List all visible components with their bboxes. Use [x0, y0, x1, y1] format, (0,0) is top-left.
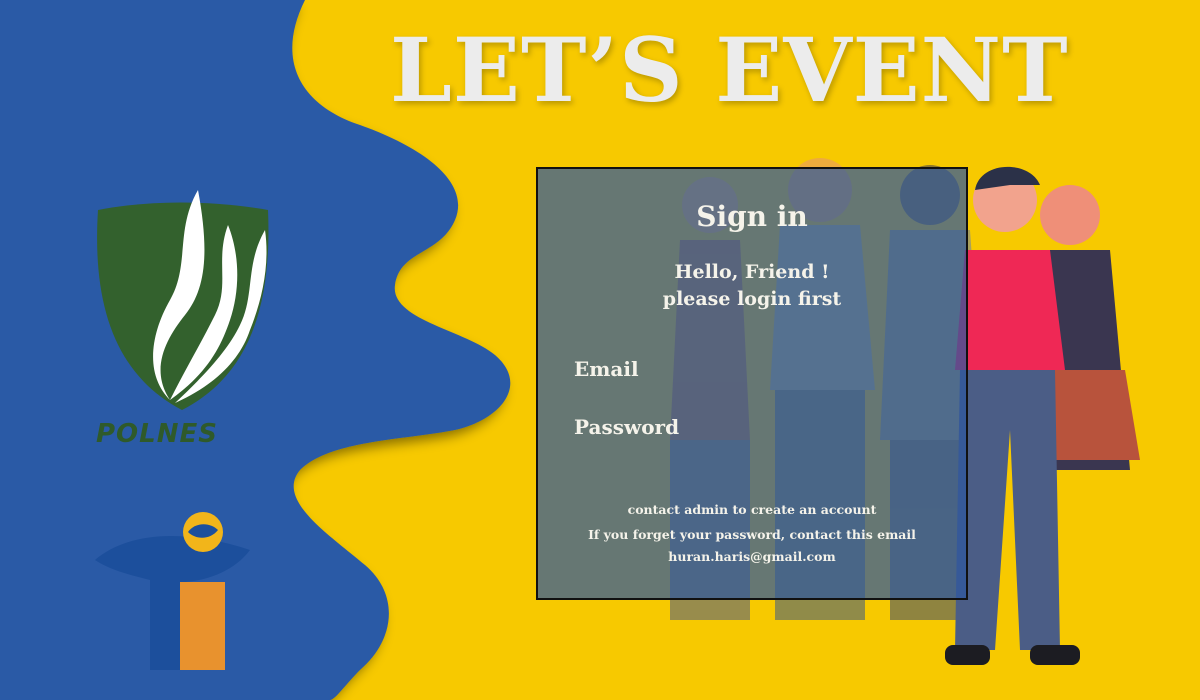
greeting: Hello, Friend ! please login first — [538, 259, 966, 313]
sign-in-title: Sign in — [696, 200, 808, 233]
greeting-line-1: Hello, Friend ! — [674, 261, 830, 283]
polnes-shield-logo-icon — [97, 190, 269, 410]
ti-logo-icon — [95, 512, 250, 670]
forgot-password-note: If you forget your password, contact thi… — [588, 527, 916, 542]
polnes-logo-text: POLNES — [96, 419, 218, 449]
password-label: Password — [574, 415, 680, 439]
contact-admin-note: contact admin to create an account — [627, 502, 877, 517]
sign-in-card: Sign in Hello, Friend ! please login fir… — [536, 167, 968, 600]
password-field[interactable] — [574, 441, 938, 467]
greeting-line-2: please login first — [662, 288, 842, 310]
app-title: LET’S EVENT — [390, 18, 1069, 122]
contact-email: huran.haris@gmail.com — [668, 549, 836, 564]
email-field[interactable] — [574, 383, 938, 409]
email-label: Email — [574, 357, 639, 381]
